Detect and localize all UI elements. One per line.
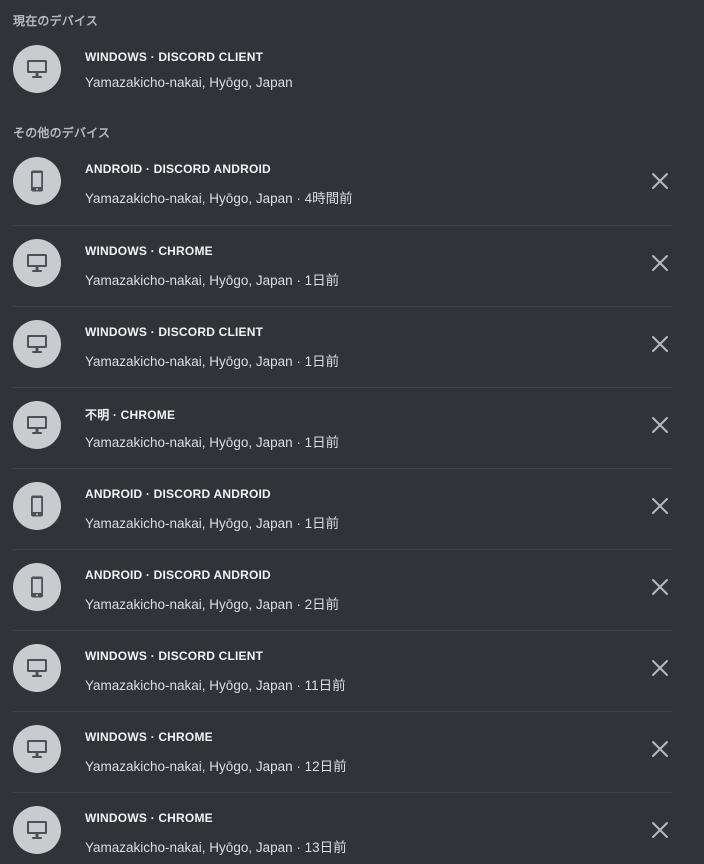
close-icon	[651, 821, 669, 839]
device-row: WINDOWS · CHROME Yamazakicho-nakai, Hyōgo…	[13, 225, 672, 306]
logout-device-button[interactable]	[648, 737, 672, 761]
device-row: ANDROID · DISCORD ANDROID Yamazakicho-nak…	[13, 549, 672, 630]
device-title: WINDOWS · CHROME	[85, 811, 213, 825]
device-title: WINDOWS · DISCORD CLIENT	[85, 649, 264, 663]
mobile-phone-icon	[13, 563, 61, 611]
desktop-icon	[13, 239, 61, 287]
desktop-icon	[13, 725, 61, 773]
device-location: Yamazakicho-nakai, Hyōgo, Japan · 1日前	[85, 435, 340, 450]
device-row: WINDOWS · CHROME Yamazakicho-nakai, Hyōgo…	[13, 792, 672, 864]
device-title: WINDOWS · DISCORD CLIENT	[85, 325, 264, 339]
device-row: 不明 · CHROME Yamazakicho-nakai, Hyōgo, Jap…	[13, 387, 672, 468]
device-row: ANDROID · DISCORD ANDROID Yamazakicho-nak…	[13, 468, 672, 549]
close-icon	[651, 172, 669, 190]
device-row: WINDOWS · DISCORD CLIENT Yamazakicho-naka…	[13, 306, 672, 387]
desktop-icon	[13, 806, 61, 854]
close-icon	[651, 254, 669, 272]
mobile-phone-icon	[13, 157, 61, 205]
devices-page: 現在のデバイス WINDOWS · DISCORD CLIENT Yamazak…	[0, 0, 704, 864]
device-location: Yamazakicho-nakai, Hyōgo, Japan · 1日前	[85, 354, 340, 369]
device-title: ANDROID · DISCORD ANDROID	[85, 568, 271, 582]
current-device-row: WINDOWS · DISCORD CLIENT Yamazakicho-nak…	[13, 32, 672, 113]
close-icon	[651, 659, 669, 677]
device-row: WINDOWS · CHROME Yamazakicho-nakai, Hyōgo…	[13, 711, 672, 792]
logout-device-button[interactable]	[648, 413, 672, 437]
device-location: Yamazakicho-nakai, Hyōgo, Japan · 4時間前	[85, 191, 353, 206]
logout-device-button[interactable]	[648, 494, 672, 518]
desktop-icon	[13, 401, 61, 449]
device-location: Yamazakicho-nakai, Hyōgo, Japan · 12日前	[85, 759, 347, 774]
logout-device-button[interactable]	[648, 656, 672, 680]
device-row: WINDOWS · DISCORD CLIENT Yamazakicho-naka…	[13, 630, 672, 711]
close-icon	[651, 416, 669, 434]
device-location: Yamazakicho-nakai, Hyōgo, Japan	[85, 75, 293, 90]
device-title: WINDOWS · CHROME	[85, 244, 213, 258]
device-location: Yamazakicho-nakai, Hyōgo, Japan · 13日前	[85, 840, 347, 855]
logout-device-button[interactable]	[648, 818, 672, 842]
device-location: Yamazakicho-nakai, Hyōgo, Japan · 11日前	[85, 678, 346, 693]
device-title: WINDOWS · DISCORD CLIENT	[85, 50, 264, 64]
close-icon	[651, 497, 669, 515]
device-location: Yamazakicho-nakai, Hyōgo, Japan · 1日前	[85, 273, 340, 288]
device-location: Yamazakicho-nakai, Hyōgo, Japan · 1日前	[85, 516, 340, 531]
close-icon	[651, 740, 669, 758]
logout-device-button[interactable]	[648, 169, 672, 193]
current-devices-header: 現在のデバイス	[13, 14, 99, 28]
desktop-icon	[13, 45, 61, 93]
device-title: WINDOWS · CHROME	[85, 730, 213, 744]
logout-device-button[interactable]	[648, 251, 672, 275]
desktop-icon	[13, 644, 61, 692]
device-title: ANDROID · DISCORD ANDROID	[85, 487, 271, 501]
logout-device-button[interactable]	[648, 575, 672, 599]
close-icon	[651, 335, 669, 353]
other-devices-header: その他のデバイス	[13, 126, 111, 140]
desktop-icon	[13, 320, 61, 368]
logout-device-button[interactable]	[648, 332, 672, 356]
device-title: 不明 · CHROME	[85, 408, 176, 422]
device-location: Yamazakicho-nakai, Hyōgo, Japan · 2日前	[85, 597, 340, 612]
close-icon	[651, 578, 669, 596]
device-title: ANDROID · DISCORD ANDROID	[85, 162, 271, 176]
mobile-phone-icon	[13, 482, 61, 530]
device-row: ANDROID · DISCORD ANDROID Yamazakicho-nak…	[13, 144, 672, 225]
